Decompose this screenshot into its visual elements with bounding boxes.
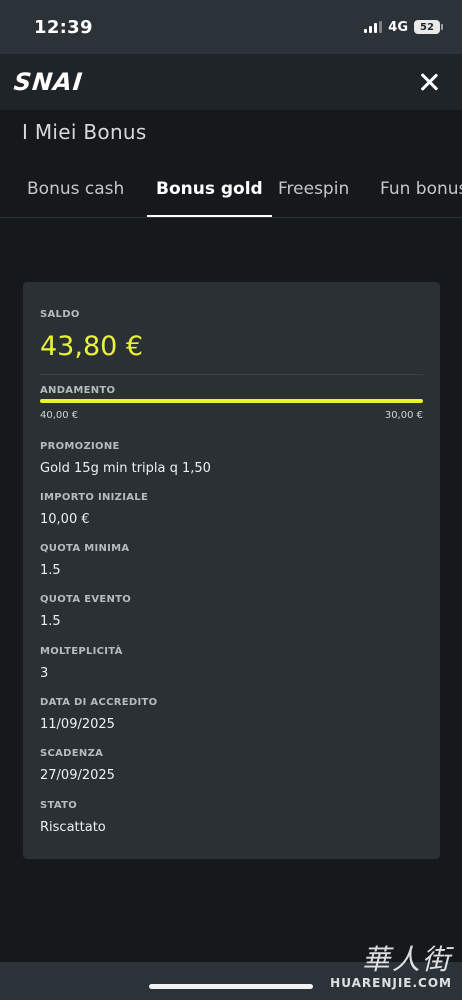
- signal-icon: [364, 21, 383, 33]
- status-bar: 12:39 4G 52: [0, 0, 462, 54]
- detail-molteplicita: MOLTEPLICITÀ 3: [40, 646, 123, 681]
- tab-bar: Bonus cash Bonus gold Freespin Fun bonus: [0, 160, 462, 218]
- andamento-progress-fill: [40, 399, 423, 403]
- status-indicators: 4G 52: [364, 19, 443, 35]
- watermark: 華人街 HUARENJIE.COM: [330, 938, 452, 990]
- andamento-end-value: 30,00 €: [384, 410, 423, 421]
- snai-logo: SNAI: [12, 68, 85, 96]
- saldo-value: 43,80 €: [40, 331, 144, 362]
- home-indicator[interactable]: [149, 984, 313, 989]
- detail-scadenza: SCADENZA 27/09/2025: [40, 748, 115, 783]
- andamento-start-value: 40,00 €: [40, 410, 79, 421]
- andamento-label: ANDAMENTO: [40, 385, 116, 396]
- detail-data-accredito: DATA DI ACCREDITO 11/09/2025: [40, 697, 158, 732]
- tab-bonus-gold[interactable]: Bonus gold: [147, 160, 272, 217]
- detail-quota-minima: QUOTA MINIMA 1.5: [40, 543, 130, 578]
- tab-freespin[interactable]: Freespin: [278, 160, 349, 217]
- app-header: SNAI: [0, 54, 462, 110]
- page-title: I Miei Bonus: [22, 120, 147, 144]
- tab-fun-bonus[interactable]: Fun bonus: [380, 160, 462, 217]
- bonus-card: SALDO 43,80 € ANDAMENTO 40,00 € 30,00 € …: [23, 282, 440, 859]
- andamento-progress-bar: [40, 399, 423, 403]
- detail-quota-evento: QUOTA EVENTO 1.5: [40, 594, 132, 629]
- detail-importo-iniziale: IMPORTO INIZIALE 10,00 €: [40, 492, 149, 527]
- detail-promozione: PROMOZIONE Gold 15g min tripla q 1,50: [40, 441, 211, 476]
- detail-stato: STATO Riscattato: [40, 800, 106, 835]
- divider: [40, 374, 423, 375]
- status-time: 12:39: [34, 16, 93, 38]
- battery-icon: 52: [414, 20, 443, 34]
- close-icon[interactable]: [416, 69, 442, 95]
- saldo-label: SALDO: [40, 309, 80, 320]
- watermark-chinese: 華人街: [361, 943, 452, 976]
- network-type: 4G: [388, 19, 408, 35]
- tab-bonus-cash[interactable]: Bonus cash: [27, 160, 124, 217]
- watermark-latin: HUARENJIE.COM: [330, 976, 452, 990]
